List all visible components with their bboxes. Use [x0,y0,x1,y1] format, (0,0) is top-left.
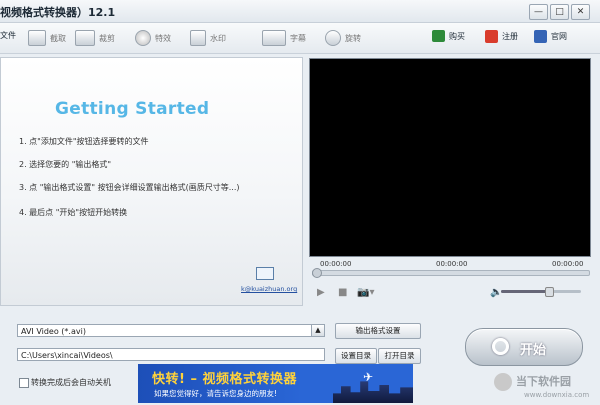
toolbar-watermark-label: 水印 [210,33,226,43]
volume-handle[interactable] [545,287,554,297]
watermark-logo-icon [494,373,512,391]
time-end: 00:00:00 [552,260,584,268]
toolbar-register[interactable]: 注册 [485,30,518,43]
toolbar-website[interactable]: 官网 [534,30,567,43]
window-title: 视频格式转换器）12.1 [0,6,116,19]
email-link[interactable]: k@kuaizhuan.org [241,285,297,293]
start-button-label: 开始 [520,343,547,358]
promo-banner[interactable]: 快转! – 视频格式转换器 如果您觉得好，请告诉您身边的朋友! ✈ [138,364,413,403]
seek-handle[interactable] [312,268,322,278]
toolbar-crop[interactable]: 裁剪 [75,30,115,46]
toolbar: 文件 截取 裁剪 特效 水印 字幕 旋转 购买 注册 官网 [0,23,600,54]
time-current: 00:00:00 [436,260,468,268]
output-format-select[interactable]: AVI Video (*.avi) ▲ [17,324,325,337]
minimize-button[interactable]: — [529,4,548,20]
play-button[interactable]: ▶ [317,287,325,298]
format-settings-button[interactable]: 输出格式设置 [335,323,421,339]
register-icon [485,30,498,43]
toolbar-add-file-label: 文件 [0,31,16,40]
banner-subline: 如果您觉得好，请告诉您身边的朋友! [154,389,278,398]
subtitle-icon [262,30,286,46]
video-preview [309,58,591,257]
shutdown-checkbox-label: 转换完成后会自动关机 [31,378,111,387]
toolbar-clip[interactable]: 截取 [28,30,66,46]
toolbar-register-label: 注册 [502,32,518,41]
watermark-icon [190,30,206,46]
output-path-field[interactable]: C:\Users\xincai\Videos\ [17,348,325,361]
guide-step-2: 2. 选择您要的 "输出格式" [19,160,112,169]
toolbar-clip-label: 截取 [50,33,66,43]
cart-icon [432,30,445,42]
effects-icon [135,30,151,46]
time-start: 00:00:00 [320,260,352,268]
city-skyline-graphic [333,381,413,403]
toolbar-crop-label: 裁剪 [99,33,115,43]
toolbar-add-file[interactable]: 文件 [0,30,16,41]
convert-icon [492,338,509,355]
banner-headline: 快转! – 视频格式转换器 [152,372,297,387]
guide-step-1: 1. 点"添加文件"按钮选择要转的文件 [19,137,149,146]
volume-fill [501,290,549,293]
guide-step-3: 3. 点 "输出格式设置" 按钮会详细设置输出格式(画质尺寸等...) [19,183,240,192]
snapshot-button[interactable]: 📷▾ [357,287,374,298]
maximize-button[interactable]: □ [550,4,569,20]
chevron-up-icon[interactable]: ▲ [311,325,324,336]
toolbar-rotate[interactable]: 旋转 [325,30,361,46]
site-watermark: 当下软件园 www.downxia.com [494,371,598,403]
film-icon [28,30,46,46]
guide-step-4: 4. 最后点 "开始"按钮开始转换 [19,208,128,217]
set-directory-button[interactable]: 设置目录 [335,348,377,364]
home-icon [534,30,547,43]
seek-bar[interactable] [312,268,590,278]
rotate-icon [325,30,341,46]
airplane-icon: ✈ [362,370,373,384]
toolbar-rotate-label: 旋转 [345,33,361,43]
watermark-name: 当下软件园 [516,375,571,388]
title-bar: 视频格式转换器）12.1 — □ ✕ [0,0,600,23]
mail-icon [256,267,274,280]
output-format-value: AVI Video (*.avi) [21,327,86,336]
toolbar-effects[interactable]: 特效 [135,30,171,46]
close-button[interactable]: ✕ [571,4,590,20]
stop-button[interactable]: ■ [338,287,347,298]
toolbar-watermark[interactable]: 水印 [190,30,226,46]
watermark-url: www.downxia.com [524,391,590,399]
crop-icon [75,30,95,46]
shutdown-checkbox[interactable] [19,378,29,388]
toolbar-buy[interactable]: 购买 [432,30,465,42]
volume-slider[interactable] [501,287,581,297]
toolbar-subtitle-label: 字幕 [290,33,306,43]
toolbar-buy-label: 购买 [449,31,465,41]
toolbar-website-label: 官网 [551,32,567,41]
open-directory-button[interactable]: 打开目录 [378,348,421,364]
window-controls: — □ ✕ [529,4,590,20]
getting-started-heading: Getting Started [55,99,210,119]
toolbar-subtitle[interactable]: 字幕 [262,30,306,46]
start-button[interactable]: 开始 [465,328,583,366]
toolbar-effects-label: 特效 [155,33,171,43]
